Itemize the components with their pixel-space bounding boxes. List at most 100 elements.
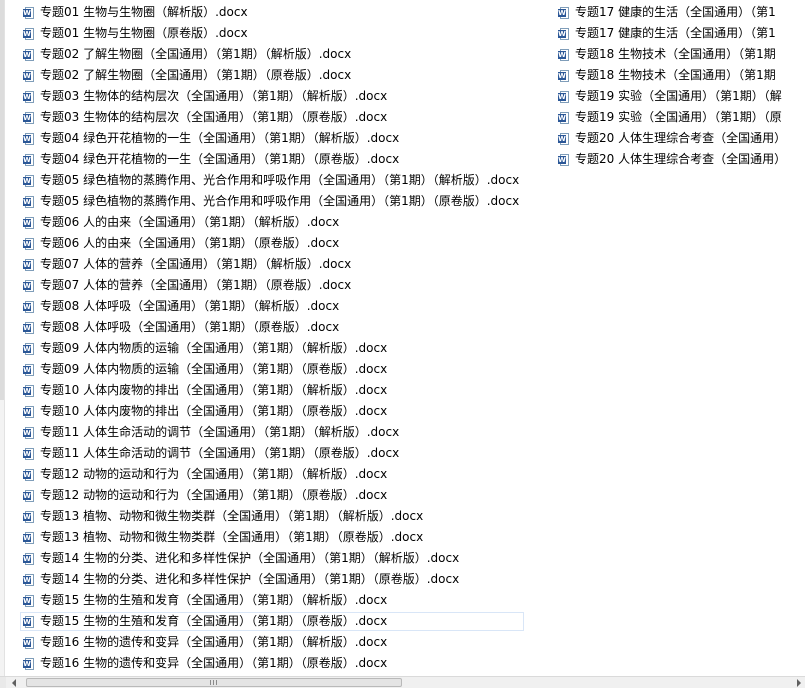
file-item[interactable]: W 专题18 生物技术（全国通用）（第1期 — [555, 66, 791, 85]
word-doc-icon: W — [23, 510, 35, 523]
file-item[interactable]: W 专题12 动物的运动和行为（全国通用）（第1期）（解析版）.docx — [20, 465, 524, 484]
word-doc-icon: W — [23, 342, 35, 355]
word-doc-icon: W — [23, 636, 35, 649]
word-doc-icon: W — [23, 657, 35, 670]
file-item[interactable]: W 专题12 动物的运动和行为（全国通用）（第1期）（原卷版）.docx — [20, 486, 524, 505]
file-name: 专题13 植物、动物和微生物类群（全国通用）（第1期）（原卷版）.docx — [40, 530, 424, 544]
word-doc-icon: W — [23, 321, 35, 334]
file-item[interactable]: W 专题16 生物的遗传和变异（全国通用）（第1期）（原卷版）.docx — [20, 654, 524, 673]
file-item[interactable]: W 专题04 绿色开花植物的一生（全国通用）（第1期）（解析版）.docx — [20, 129, 524, 148]
word-doc-icon: W — [23, 27, 35, 40]
file-name: 专题11 人体生命活动的调节（全国通用）（第1期）（原卷版）.docx — [40, 446, 400, 460]
file-item[interactable]: W 专题20 人体生理综合考查（全国通用） — [555, 150, 791, 169]
file-item[interactable]: W 专题05 绿色植物的蒸腾作用、光合作用和呼吸作用（全国通用）（第1期）（解析版… — [20, 171, 524, 190]
file-item[interactable]: W 专题02 了解生物圈（全国通用）（第1期）（原卷版）.docx — [20, 66, 524, 85]
file-name: 专题19 实验（全国通用）（第1期）（解 — [575, 89, 782, 103]
file-item[interactable]: W 专题14 生物的分类、进化和多样性保护（全国通用）（第1期）（解析版）.doc… — [20, 549, 524, 568]
file-item[interactable]: W 专题09 人体内物质的运输（全国通用）（第1期）（解析版）.docx — [20, 339, 524, 358]
file-name: 专题11 人体生命活动的调节（全国通用）（第1期）（解析版）.docx — [40, 425, 400, 439]
word-doc-icon: W — [558, 111, 570, 124]
file-item[interactable]: W 专题19 实验（全国通用）（第1期）（解 — [555, 87, 791, 106]
file-name: 专题17 健康的生活（全国通用）（第1 — [575, 26, 776, 40]
file-name: 专题20 人体生理综合考查（全国通用） — [575, 131, 787, 145]
word-doc-icon: W — [23, 615, 35, 628]
scroll-right-arrow-icon[interactable] — [797, 679, 801, 687]
word-doc-icon: W — [23, 48, 35, 61]
file-item[interactable]: W 专题09 人体内物质的运输（全国通用）（第1期）（原卷版）.docx — [20, 360, 524, 379]
file-item[interactable]: W 专题19 实验（全国通用）（第1期）（原 — [555, 108, 791, 127]
file-item[interactable]: W 专题16 生物的遗传和变异（全国通用）（第1期）（解析版）.docx — [20, 633, 524, 652]
word-doc-icon: W — [23, 237, 35, 250]
file-item[interactable]: W 专题08 人体呼吸（全国通用）（第1期）（原卷版）.docx — [20, 318, 524, 337]
file-item[interactable]: W 专题03 生物体的结构层次（全国通用）（第1期）（原卷版）.docx — [20, 108, 524, 127]
file-name: 专题20 人体生理综合考查（全国通用） — [575, 152, 787, 166]
file-name: 专题16 生物的遗传和变异（全国通用）（第1期）（原卷版）.docx — [40, 656, 388, 670]
word-doc-icon: W — [23, 111, 35, 124]
file-name: 专题09 人体内物质的运输（全国通用）（第1期）（原卷版）.docx — [40, 362, 388, 376]
file-item[interactable]: W 专题01 生物与生物圈（解析版）.docx — [20, 3, 524, 22]
file-name: 专题09 人体内物质的运输（全国通用）（第1期）（解析版）.docx — [40, 341, 388, 355]
file-name: 专题01 生物与生物圈（原卷版）.docx — [40, 26, 248, 40]
word-doc-icon: W — [558, 6, 570, 19]
file-name: 专题15 生物的生殖和发育（全国通用）（第1期）（解析版）.docx — [40, 593, 388, 607]
word-doc-icon: W — [23, 447, 35, 460]
file-item[interactable]: W 专题08 人体呼吸（全国通用）（第1期）（解析版）.docx — [20, 297, 524, 316]
file-item[interactable]: W 专题11 人体生命活动的调节（全国通用）（第1期）（原卷版）.docx — [20, 444, 524, 463]
file-item[interactable]: W 专题18 生物技术（全国通用）（第1期 — [555, 45, 791, 64]
word-doc-icon: W — [23, 405, 35, 418]
file-item[interactable]: W 专题13 植物、动物和微生物类群（全国通用）（第1期）（原卷版）.docx — [20, 528, 524, 547]
file-name: 专题06 人的由来（全国通用）（第1期）（解析版）.docx — [40, 215, 340, 229]
file-item[interactable]: W 专题17 健康的生活（全国通用）（第1 — [555, 3, 791, 22]
file-item[interactable]: W 专题10 人体内废物的排出（全国通用）（第1期）（解析版）.docx — [20, 381, 524, 400]
word-doc-icon: W — [23, 216, 35, 229]
file-item[interactable]: W 专题15 生物的生殖和发育（全国通用）（第1期）（解析版）.docx — [20, 591, 524, 610]
file-name: 专题12 动物的运动和行为（全国通用）（第1期）（原卷版）.docx — [40, 488, 388, 502]
file-item[interactable]: W 专题20 人体生理综合考查（全国通用） — [555, 129, 791, 148]
word-doc-icon: W — [23, 174, 35, 187]
word-doc-icon: W — [23, 279, 35, 292]
file-item[interactable]: W 专题11 人体生命活动的调节（全国通用）（第1期）（解析版）.docx — [20, 423, 524, 442]
file-name: 专题18 生物技术（全国通用）（第1期 — [575, 68, 776, 82]
file-item[interactable]: W 专题04 绿色开花植物的一生（全国通用）（第1期）（原卷版）.docx — [20, 150, 524, 169]
word-doc-icon: W — [23, 489, 35, 502]
file-item[interactable]: W 专题03 生物体的结构层次（全国通用）（第1期）（解析版）.docx — [20, 87, 524, 106]
vertical-scroll-thumb[interactable] — [0, 0, 4, 400]
file-item[interactable]: W 专题15 生物的生殖和发育（全国通用）（第1期）（原卷版）.docx — [20, 612, 525, 631]
word-doc-icon: W — [558, 48, 570, 61]
file-item[interactable]: W 专题17 健康的生活（全国通用）（第1 — [555, 24, 791, 43]
scroll-left-arrow-icon[interactable] — [12, 679, 16, 687]
file-item[interactable]: W 专题13 植物、动物和微生物类群（全国通用）（第1期）（解析版）.docx — [20, 507, 524, 526]
word-doc-icon: W — [23, 384, 35, 397]
file-name: 专题10 人体内废物的排出（全国通用）（第1期）（原卷版）.docx — [40, 404, 388, 418]
file-item[interactable]: W 专题06 人的由来（全国通用）（第1期）（原卷版）.docx — [20, 234, 524, 253]
word-doc-icon: W — [558, 69, 570, 82]
file-name: 专题19 实验（全国通用）（第1期）（原 — [575, 110, 782, 124]
horizontal-scroll-thumb[interactable] — [26, 678, 402, 687]
grip-icon — [210, 680, 218, 685]
horizontal-scrollbar[interactable] — [0, 676, 805, 688]
file-name: 专题05 绿色植物的蒸腾作用、光合作用和呼吸作用（全国通用）（第1期）（原卷版）… — [40, 194, 520, 208]
word-doc-icon: W — [23, 258, 35, 271]
file-name: 专题15 生物的生殖和发育（全国通用）（第1期）（原卷版）.docx — [40, 614, 388, 628]
word-doc-icon: W — [558, 153, 570, 166]
word-doc-icon: W — [558, 27, 570, 40]
file-item[interactable]: W 专题07 人体的营养（全国通用）（第1期）（解析版）.docx — [20, 255, 524, 274]
file-name: 专题04 绿色开花植物的一生（全国通用）（第1期）（解析版）.docx — [40, 131, 400, 145]
word-doc-icon: W — [23, 90, 35, 103]
vertical-scrollbar[interactable] — [0, 0, 5, 676]
word-doc-icon: W — [23, 300, 35, 313]
file-item[interactable]: W 专题01 生物与生物圈（原卷版）.docx — [20, 24, 524, 43]
word-doc-icon: W — [23, 195, 35, 208]
file-name: 专题18 生物技术（全国通用）（第1期 — [575, 47, 776, 61]
file-name: 专题08 人体呼吸（全国通用）（第1期）（原卷版）.docx — [40, 320, 340, 334]
file-name: 专题14 生物的分类、进化和多样性保护（全国通用）（第1期）（原卷版）.docx — [40, 572, 460, 586]
word-doc-icon: W — [23, 468, 35, 481]
file-item[interactable]: W 专题07 人体的营养（全国通用）（第1期）（原卷版）.docx — [20, 276, 524, 295]
file-item[interactable]: W 专题02 了解生物圈（全国通用）（第1期）（解析版）.docx — [20, 45, 524, 64]
file-name: 专题03 生物体的结构层次（全国通用）（第1期）（原卷版）.docx — [40, 110, 388, 124]
file-name: 专题02 了解生物圈（全国通用）（第1期）（原卷版）.docx — [40, 68, 352, 82]
file-item[interactable]: W 专题05 绿色植物的蒸腾作用、光合作用和呼吸作用（全国通用）（第1期）（原卷版… — [20, 192, 524, 211]
file-item[interactable]: W 专题10 人体内废物的排出（全国通用）（第1期）（原卷版）.docx — [20, 402, 524, 421]
file-item[interactable]: W 专题06 人的由来（全国通用）（第1期）（解析版）.docx — [20, 213, 524, 232]
file-item[interactable]: W 专题14 生物的分类、进化和多样性保护（全国通用）（第1期）（原卷版）.doc… — [20, 570, 524, 589]
